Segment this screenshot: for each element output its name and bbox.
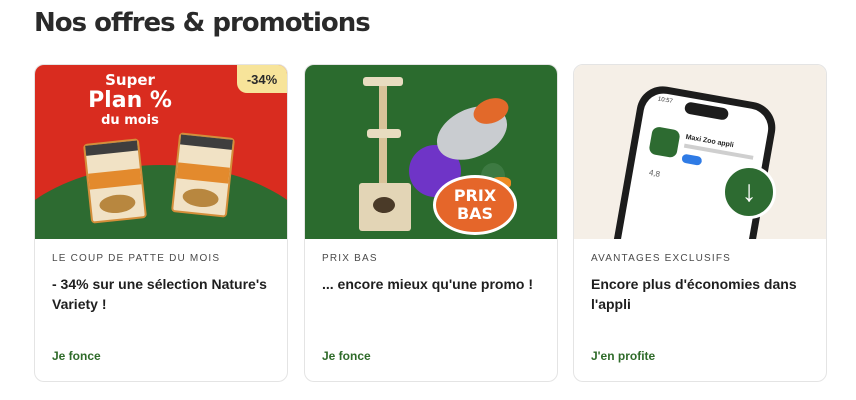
cat-tree-platform [363, 77, 403, 86]
app-rating: 4,8 [648, 168, 661, 179]
super-plan-line2: Plan % [88, 88, 172, 113]
je-fonce-link[interactable]: Je fonce [52, 349, 101, 363]
page-title: Nos offres & promotions [34, 8, 371, 38]
super-plan-line3: du mois [101, 113, 159, 128]
offer-image-app: 10:57 Maxi Zoo appli 4,8 ↓ [574, 65, 826, 239]
jen-profite-link[interactable]: J'en profite [591, 349, 655, 363]
app-get-button [681, 153, 703, 166]
offer-kicker: PRIX BAS [322, 253, 378, 264]
offer-headline: Encore plus d'économies dans l'appli [591, 276, 797, 312]
prix-bas-badge: PRIX BAS [433, 175, 517, 235]
offer-headline: ... encore mieux qu'une promo ! [322, 276, 534, 292]
prix-badge-line1: PRIX [453, 186, 497, 205]
download-arrow-icon: ↓ [722, 165, 776, 219]
phone-time: 10:57 [657, 96, 674, 105]
pet-food-bag [170, 132, 236, 218]
phone-notch [683, 101, 730, 121]
pet-food-bag [82, 138, 148, 224]
cat-tree-platform [367, 129, 401, 138]
je-fonce-link[interactable]: Je fonce [322, 349, 371, 363]
discount-badge: -34% [237, 65, 287, 93]
super-plan-logo: Super Plan % du mois [75, 71, 185, 128]
offer-headline: - 34% sur une sélection Nature's Variety… [52, 276, 267, 312]
cat-tree-house [359, 183, 411, 231]
offer-image-cat-toys: PRIX BAS [305, 65, 557, 239]
app-icon [648, 125, 681, 159]
super-plan-line1: Super [105, 71, 155, 89]
offer-card-prix-bas[interactable]: PRIX BAS PRIX BAS ... encore mieux qu'un… [304, 64, 558, 382]
offer-image-natures-variety: Super Plan % du mois -34% [35, 65, 287, 239]
offer-card-coup-de-patte[interactable]: Super Plan % du mois -34% LE COUP DE PAT… [34, 64, 288, 382]
offer-kicker: LE COUP DE PATTE DU MOIS [52, 253, 221, 264]
prix-badge-line2: BAS [456, 204, 494, 223]
offer-card-appli[interactable]: 10:57 Maxi Zoo appli 4,8 ↓ AVANTAGES EXC… [573, 64, 827, 382]
offer-kicker: AVANTAGES EXCLUSIFS [591, 253, 732, 264]
